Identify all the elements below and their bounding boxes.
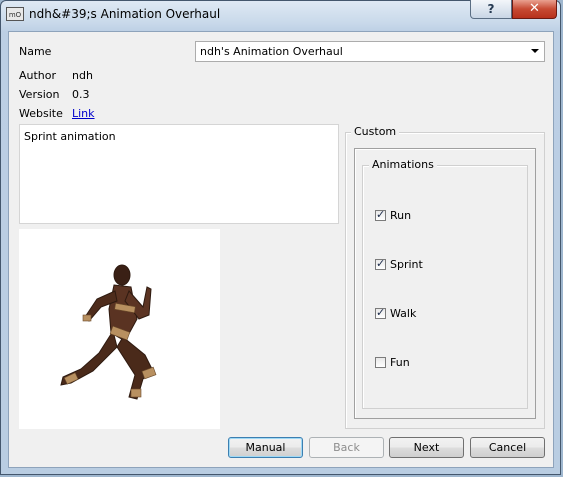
- author-label: Author: [19, 69, 57, 82]
- animations-group-title: Animations: [369, 158, 437, 171]
- checkbox-label: Sprint: [390, 258, 423, 271]
- checkbox-label: Fun: [390, 356, 410, 369]
- version-label: Version: [19, 88, 60, 101]
- chevron-down-icon: [531, 49, 539, 53]
- name-dropdown[interactable]: ndh's Animation Overhaul: [195, 41, 545, 62]
- next-button[interactable]: Next: [389, 437, 464, 458]
- checkmark-icon: ✓: [376, 208, 386, 221]
- caption-buttons: ? ✕: [470, 0, 557, 20]
- animations-group: [362, 165, 528, 409]
- checkbox-sprint[interactable]: ✓ Sprint: [375, 257, 423, 271]
- checkbox-label: Run: [390, 209, 412, 222]
- manual-button[interactable]: Manual: [228, 437, 303, 458]
- checkmark-icon: ✓: [376, 257, 386, 270]
- cancel-button[interactable]: Cancel: [470, 437, 545, 458]
- close-button[interactable]: ✕: [512, 0, 557, 19]
- app-icon: mO: [6, 7, 24, 21]
- dialog-content: Name ndh's Animation Overhaul Author ndh…: [8, 31, 554, 468]
- version-value: 0.3: [72, 88, 90, 101]
- back-button[interactable]: Back: [309, 437, 384, 458]
- checkbox-run[interactable]: ✓ Run: [375, 208, 412, 222]
- checkbox-fun[interactable]: Fun: [375, 356, 410, 369]
- window-title: ndh&#39;s Animation Overhaul: [29, 7, 221, 21]
- custom-group-title: Custom: [351, 125, 400, 138]
- checkmark-icon: ✓: [376, 306, 386, 319]
- checkbox-box[interactable]: ✓: [375, 306, 386, 319]
- description-text: Sprint animation: [24, 130, 116, 143]
- checkbox-box[interactable]: [375, 357, 386, 368]
- checkbox-label: Walk: [390, 307, 417, 320]
- author-value: ndh: [72, 69, 93, 82]
- help-button[interactable]: ?: [470, 0, 512, 19]
- name-label: Name: [19, 45, 52, 58]
- description-box[interactable]: Sprint animation: [19, 124, 339, 224]
- website-label: Website: [19, 107, 63, 120]
- preview-image: [19, 229, 220, 429]
- checkbox-box[interactable]: ✓: [375, 208, 386, 221]
- checkbox-walk[interactable]: ✓ Walk: [375, 306, 417, 320]
- name-dropdown-value: ndh's Animation Overhaul: [200, 45, 343, 58]
- checkbox-box[interactable]: ✓: [375, 257, 386, 270]
- runner-figure: [60, 264, 157, 400]
- title-bar: mO ndh&#39;s Animation Overhaul ? ✕: [0, 0, 563, 31]
- website-link[interactable]: Link: [72, 107, 95, 120]
